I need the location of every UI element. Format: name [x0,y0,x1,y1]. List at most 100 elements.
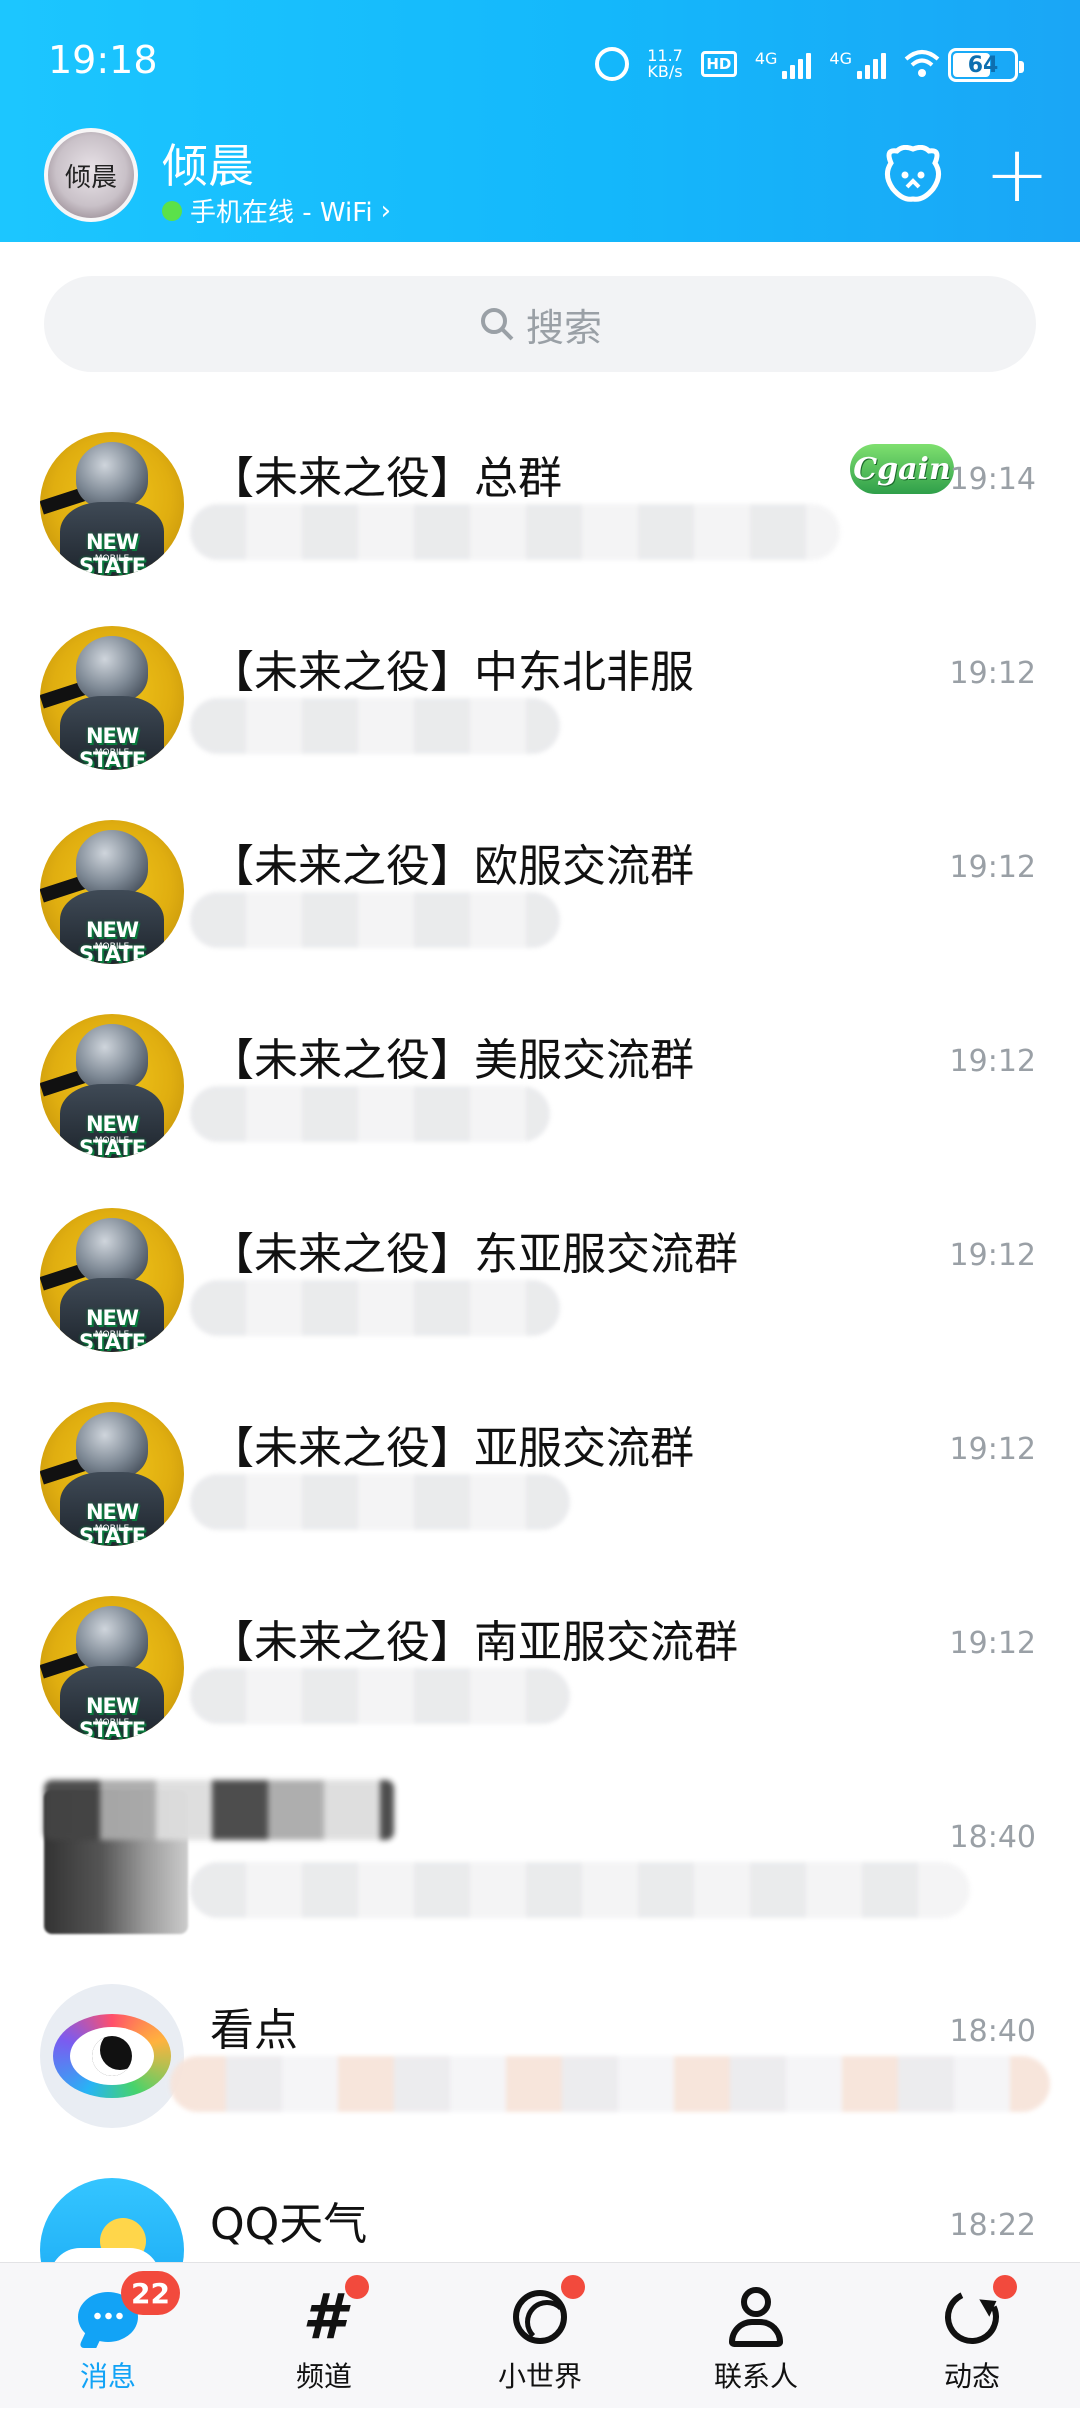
tab-label: 消息 [79,2360,136,2393]
conversation-title: 看点 [210,2005,298,2056]
my-nickname[interactable]: 倾晨 [162,130,254,196]
mascot-button[interactable] [878,140,948,210]
blurred-preview [190,1280,560,1336]
tab-label: 动态 [943,2360,1000,2393]
conversation-item[interactable]: NEW STATE MOBILE 【未来之役】美服交流群 19:12 [0,984,1080,1178]
avatar-logo-sub: MOBILE [94,554,130,564]
notification-dot [345,2275,369,2299]
group-avatar: NEW STATE MOBILE [40,626,184,770]
avatar-logo-sub: MOBILE [94,1330,130,1340]
conversation-item[interactable]: NEW STATE MOBILE 【未来之役】南亚服交流群 19:12 [0,1566,1080,1760]
signal1-label: 4G [754,49,778,68]
conversation-time: 19:12 [949,1432,1036,1467]
alarm-icon [595,47,630,81]
my-avatar[interactable]: 倾晨 [44,128,138,222]
eye-icon [53,2014,171,2098]
group-avatar: NEW STATE MOBILE [40,1596,184,1740]
network-speed: 11.7 KB/s [647,48,683,80]
wifi-icon [904,49,940,79]
header: 19:18 11.7 KB/s HD 4G 4G 64 倾晨 倾晨 手机在线 -… [0,0,1080,242]
online-dot-icon [162,200,182,221]
conversation-title: 【未来之役】总群 [210,453,562,504]
avatar-logo-sub: MOBILE [94,1136,130,1146]
avatar-logo-text: NEW STATE [78,1694,146,1740]
battery-level: 64 [967,52,999,78]
conversation-item[interactable]: NEW STATE MOBILE 【未来之役】欧服交流群 19:12 [0,790,1080,984]
tab-messages[interactable]: 消息 22 [33,2263,183,2409]
avatar-logo-text: NEW STATE [78,1500,146,1546]
signal-icon-2: 4G [829,49,886,79]
person-icon [724,2285,788,2349]
online-status-text: 手机在线 - WiFi [190,198,373,228]
tab-moments[interactable]: 动态 [897,2263,1047,2409]
avatar-logo-sub: MOBILE [94,1718,130,1728]
search-bar[interactable]: 搜索 [44,276,1036,372]
conversation-item[interactable]: 看点 18:40 [0,1954,1080,2148]
conversation-title: 【未来之役】美服交流群 [210,1035,694,1086]
status-bar: 19:18 11.7 KB/s HD 4G 4G 64 [0,0,1080,120]
kandian-avatar [40,1984,184,2128]
avatar-logo-text: NEW STATE [78,1306,146,1352]
conversation-title: 【未来之役】东亚服交流群 [210,1229,738,1280]
conversation-title: 【未来之役】中东北非服 [210,647,694,698]
conversation-item[interactable]: NEW STATE MOBILE 【未来之役】亚服交流群 19:12 [0,1372,1080,1566]
blurred-preview [170,2056,1050,2112]
hd-voice-icon: HD [700,51,737,77]
conversation-time: 18:40 [949,2014,1036,2049]
signal-icon-1: 4G [755,49,812,79]
signal2-label: 4G [829,49,852,68]
conversation-item[interactable]: NEW STATE MOBILE 【未来之役】东亚服交流群 19:12 [0,1178,1080,1372]
avatar-logo-text: NEW STATE [78,918,146,964]
avatar-logo-text: NEW STATE [78,1112,146,1158]
conversation-time: 19:12 [949,1044,1036,1079]
conversation-time: 19:12 [949,1626,1036,1661]
conversation-time: 19:14 [949,462,1036,497]
blurred-title [44,1780,394,1840]
small-world-icon [508,2285,572,2349]
blurred-preview [190,892,560,948]
conversation-title: 【未来之役】亚服交流群 [210,1423,694,1474]
mascot-icon [885,145,941,202]
group-avatar: NEW STATE MOBILE [40,1014,184,1158]
blurred-preview [190,504,840,560]
tab-contacts[interactable]: 联系人 [681,2263,831,2409]
blurred-preview [190,1668,570,1724]
status-icons: 11.7 KB/s HD 4G 4G [595,44,940,84]
conversation-time: 19:12 [949,656,1036,691]
conversation-list: NEW STATE MOBILE 【未来之役】总群 Cgain 19:14 NEW… [0,402,1080,2342]
hashtag-icon: # [302,2280,346,2353]
tab-label: 频道 [295,2360,352,2393]
conversation-title: 【未来之役】欧服交流群 [210,841,694,892]
cgain-badge: Cgain [850,444,954,494]
status-time: 19:18 [48,38,158,82]
conversation-time: 18:22 [949,2208,1036,2243]
notification-dot [561,2275,585,2299]
blurred-preview [190,1086,550,1142]
refresh-icon [937,2282,1007,2352]
blurred-preview [190,698,560,754]
tab-small-world[interactable]: 小世界 [465,2263,615,2409]
unread-count-badge: 22 [121,2271,180,2315]
tab-channels[interactable]: # 频道 [249,2263,399,2409]
conversation-time: 19:12 [949,1238,1036,1273]
add-button[interactable]: + [982,136,1052,214]
avatar-logo-sub: MOBILE [94,1524,130,1534]
battery-icon: 64 [948,48,1024,82]
group-avatar: NEW STATE MOBILE [40,1402,184,1546]
avatar-logo-text: NEW STATE [78,724,146,770]
tab-label: 联系人 [713,2360,798,2393]
conversation-title: 【未来之役】南亚服交流群 [210,1617,738,1668]
search-icon [480,308,514,341]
notification-dot [993,2275,1017,2299]
avatar-logo-sub: MOBILE [94,942,130,952]
conversation-item[interactable]: 18:40 [0,1760,1080,1954]
tab-label: 小世界 [497,2360,582,2393]
conversation-item[interactable]: NEW STATE MOBILE 【未来之役】总群 Cgain 19:14 [0,402,1080,596]
conversation-title: QQ天气 [210,2199,368,2250]
chevron-right-icon: › [380,195,391,226]
avatar-logo-sub: MOBILE [94,748,130,758]
online-status[interactable]: 手机在线 - WiFi › [162,192,391,229]
group-avatar: NEW STATE MOBILE [40,820,184,964]
conversation-time: 19:12 [949,850,1036,885]
conversation-item[interactable]: NEW STATE MOBILE 【未来之役】中东北非服 19:12 [0,596,1080,790]
